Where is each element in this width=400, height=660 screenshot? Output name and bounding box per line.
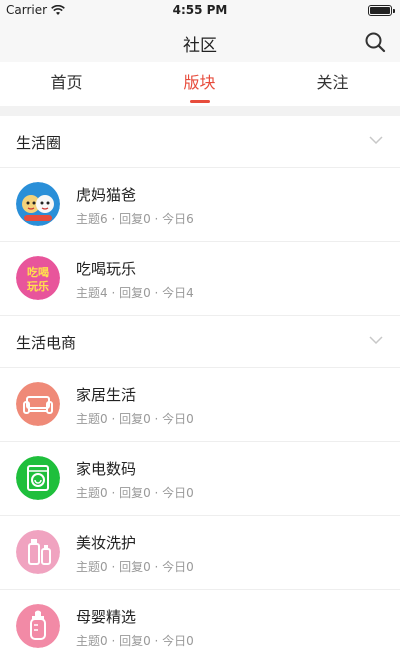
list-item[interactable]: 虎妈猫爸 主题6 · 回复0 · 今日6: [0, 168, 400, 242]
tab-home[interactable]: 首页: [0, 62, 133, 106]
nav-bar: 社区: [0, 20, 400, 62]
list-item[interactable]: 美妆洗护 主题0 · 回复0 · 今日0: [0, 516, 400, 590]
section-header-life-ecommerce[interactable]: 生活电商: [0, 316, 400, 368]
board-stats: 主题0 · 回复0 · 今日0: [76, 634, 194, 648]
list-item[interactable]: 家电数码 主题0 · 回复0 · 今日0: [0, 442, 400, 516]
section-header-life-circle[interactable]: 生活圈: [0, 116, 400, 168]
board-name: 家居生活: [76, 386, 137, 404]
board-name: 虎妈猫爸: [76, 186, 137, 204]
chevron-down-icon[interactable]: [368, 134, 384, 146]
tab-home-label: 首页: [50, 73, 83, 92]
section-title: 生活圈: [16, 134, 62, 152]
list-item[interactable]: 家居生活 主题0 · 回复0 · 今日0: [0, 368, 400, 442]
tab-following[interactable]: 关注: [266, 62, 399, 106]
page-title: 社区: [183, 36, 217, 56]
svg-text:吃喝: 吃喝: [27, 265, 49, 279]
tab-boards-label: 版块: [183, 73, 216, 92]
food-fun-avatar-icon: 吃喝 玩乐: [16, 256, 60, 300]
list-item[interactable]: 吃喝 玩乐 吃喝玩乐 主题4 · 回复0 · 今日4: [0, 242, 400, 316]
tab-following-label: 关注: [316, 73, 349, 92]
section-title: 生活电商: [16, 334, 77, 352]
board-stats: 主题6 · 回复0 · 今日6: [76, 212, 194, 226]
board-stats: 主题0 · 回复0 · 今日0: [76, 486, 194, 500]
baby-bottle-icon: [16, 604, 60, 648]
tab-boards[interactable]: 版块: [133, 62, 266, 106]
status-bar: Carrier 4:55 PM: [0, 0, 400, 20]
active-tab-indicator: [190, 100, 210, 103]
clock: 4:55 PM: [172, 3, 228, 17]
tiger-family-avatar-icon: [16, 182, 60, 226]
board-list: 生活圈 虎妈猫爸 主题6 · 回复0 · 今日6 吃喝 玩乐 吃喝玩乐 主题4 …: [0, 116, 400, 660]
svg-text:玩乐: 玩乐: [27, 279, 49, 293]
divider: [0, 106, 400, 116]
tab-bar: 首页 版块 关注: [0, 62, 400, 106]
board-name: 美妆洗护: [76, 534, 137, 552]
board-name: 吃喝玩乐: [76, 260, 137, 278]
sofa-icon: [16, 382, 60, 426]
battery-icon: [368, 5, 395, 16]
board-stats: 主题4 · 回复0 · 今日4: [76, 286, 194, 300]
board-name: 母婴精选: [76, 608, 137, 626]
search-icon[interactable]: [364, 31, 386, 53]
list-item[interactable]: 母婴精选 主题0 · 回复0 · 今日0: [0, 590, 400, 660]
board-name: 家电数码: [76, 460, 137, 478]
cosmetics-bottle-icon: [16, 530, 60, 574]
chevron-down-icon[interactable]: [368, 334, 384, 346]
board-stats: 主题0 · 回复0 · 今日0: [76, 412, 194, 426]
washing-machine-icon: [16, 456, 60, 500]
board-stats: 主题0 · 回复0 · 今日0: [76, 560, 194, 574]
